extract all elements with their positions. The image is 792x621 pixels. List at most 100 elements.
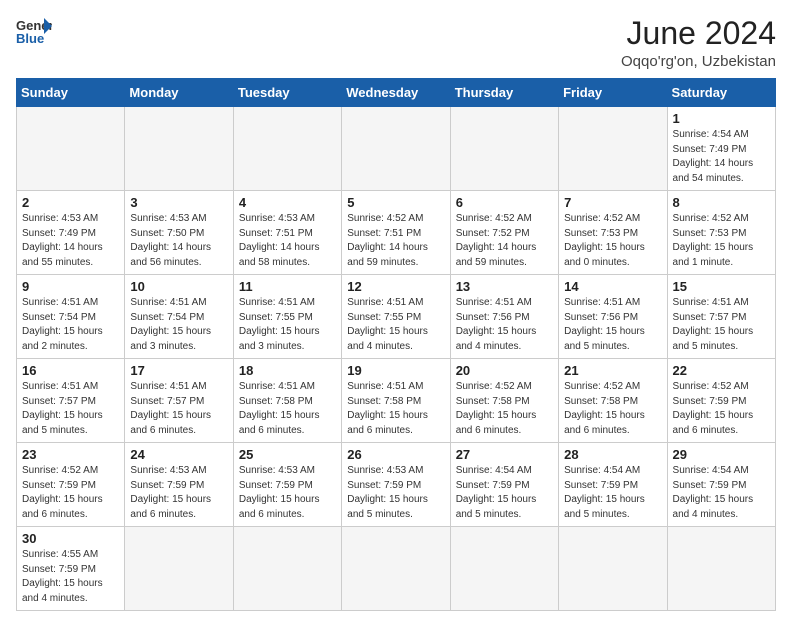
calendar-cell	[233, 107, 341, 191]
calendar-cell: 6 Sunrise: 4:52 AM Sunset: 7:52 PM Daylig…	[450, 191, 558, 275]
day-info: Sunrise: 4:53 AM Sunset: 7:50 PM Dayligh…	[130, 212, 227, 270]
day-info: Sunrise: 4:53 AM Sunset: 7:59 PM Dayligh…	[239, 464, 336, 522]
calendar-cell	[125, 527, 233, 611]
day-info: Sunrise: 4:52 AM Sunset: 7:59 PM Dayligh…	[22, 464, 119, 522]
day-info: Sunrise: 4:52 AM Sunset: 7:52 PM Dayligh…	[456, 212, 553, 270]
day-number: 29	[673, 447, 770, 462]
day-info: Sunrise: 4:51 AM Sunset: 7:56 PM Dayligh…	[564, 296, 661, 354]
day-info: Sunrise: 4:52 AM Sunset: 7:53 PM Dayligh…	[673, 212, 770, 270]
day-info: Sunrise: 4:53 AM Sunset: 7:51 PM Dayligh…	[239, 212, 336, 270]
day-number: 22	[673, 363, 770, 378]
day-info: Sunrise: 4:52 AM Sunset: 7:53 PM Dayligh…	[564, 212, 661, 270]
calendar-cell: 29 Sunrise: 4:54 AM Sunset: 7:59 PM Dayli…	[667, 443, 775, 527]
day-info: Sunrise: 4:51 AM Sunset: 7:56 PM Dayligh…	[456, 296, 553, 354]
day-number: 17	[130, 363, 227, 378]
header: General Blue June 2024 Oqqo'rg'on, Uzbek…	[16, 16, 776, 70]
day-number: 24	[130, 447, 227, 462]
calendar-cell: 3 Sunrise: 4:53 AM Sunset: 7:50 PM Daylig…	[125, 191, 233, 275]
page: General Blue June 2024 Oqqo'rg'on, Uzbek…	[0, 0, 792, 621]
calendar-cell: 1Sunrise: 4:54 AM Sunset: 7:49 PM Daylig…	[667, 107, 775, 191]
day-info: Sunrise: 4:52 AM Sunset: 7:51 PM Dayligh…	[347, 212, 444, 270]
day-number: 4	[239, 195, 336, 210]
calendar-cell: 17 Sunrise: 4:51 AM Sunset: 7:57 PM Dayli…	[125, 359, 233, 443]
calendar-cell	[667, 527, 775, 611]
calendar-cell: 13Sunrise: 4:51 AM Sunset: 7:56 PM Dayli…	[450, 275, 558, 359]
day-info: Sunrise: 4:54 AM Sunset: 7:59 PM Dayligh…	[456, 464, 553, 522]
calendar-cell: 25 Sunrise: 4:53 AM Sunset: 7:59 PM Dayli…	[233, 443, 341, 527]
generalblue-logo-icon: General Blue	[16, 16, 52, 44]
weekday-header-sunday: Sunday	[17, 79, 125, 107]
calendar-cell	[125, 107, 233, 191]
day-info: Sunrise: 4:51 AM Sunset: 7:54 PM Dayligh…	[22, 296, 119, 354]
calendar-cell: 7Sunrise: 4:52 AM Sunset: 7:53 PM Daylig…	[559, 191, 667, 275]
day-number: 19	[347, 363, 444, 378]
day-info: Sunrise: 4:52 AM Sunset: 7:59 PM Dayligh…	[673, 380, 770, 438]
calendar-cell: 9 Sunrise: 4:51 AM Sunset: 7:54 PM Daylig…	[17, 275, 125, 359]
calendar-cell	[233, 527, 341, 611]
day-number: 2	[22, 195, 119, 210]
day-info: Sunrise: 4:51 AM Sunset: 7:58 PM Dayligh…	[239, 380, 336, 438]
day-number: 21	[564, 363, 661, 378]
calendar-cell: 14 Sunrise: 4:51 AM Sunset: 7:56 PM Dayli…	[559, 275, 667, 359]
day-info: Sunrise: 4:53 AM Sunset: 7:59 PM Dayligh…	[347, 464, 444, 522]
calendar-cell	[342, 107, 450, 191]
day-number: 12	[347, 279, 444, 294]
day-number: 11	[239, 279, 336, 294]
day-number: 8	[673, 195, 770, 210]
svg-text:Blue: Blue	[16, 31, 44, 44]
day-info: Sunrise: 4:52 AM Sunset: 7:58 PM Dayligh…	[564, 380, 661, 438]
day-info: Sunrise: 4:51 AM Sunset: 7:54 PM Dayligh…	[130, 296, 227, 354]
day-info: Sunrise: 4:52 AM Sunset: 7:58 PM Dayligh…	[456, 380, 553, 438]
day-number: 16	[22, 363, 119, 378]
day-info: Sunrise: 4:54 AM Sunset: 7:59 PM Dayligh…	[673, 464, 770, 522]
day-number: 9	[22, 279, 119, 294]
day-number: 1	[673, 111, 770, 126]
week-row-2: 2Sunrise: 4:53 AM Sunset: 7:49 PM Daylig…	[17, 191, 776, 275]
calendar-cell	[450, 107, 558, 191]
day-info: Sunrise: 4:55 AM Sunset: 7:59 PM Dayligh…	[22, 548, 119, 606]
day-number: 3	[130, 195, 227, 210]
week-row-1: 1Sunrise: 4:54 AM Sunset: 7:49 PM Daylig…	[17, 107, 776, 191]
week-row-6: 30 Sunrise: 4:55 AM Sunset: 7:59 PM Dayli…	[17, 527, 776, 611]
day-number: 10	[130, 279, 227, 294]
calendar-cell: 2Sunrise: 4:53 AM Sunset: 7:49 PM Daylig…	[17, 191, 125, 275]
day-number: 6	[456, 195, 553, 210]
day-number: 15	[673, 279, 770, 294]
logo: General Blue	[16, 16, 52, 44]
calendar-cell	[559, 527, 667, 611]
calendar-cell: 11 Sunrise: 4:51 AM Sunset: 7:55 PM Dayli…	[233, 275, 341, 359]
title-block: June 2024 Oqqo'rg'on, Uzbekistan	[621, 16, 776, 70]
day-number: 14	[564, 279, 661, 294]
day-info: Sunrise: 4:51 AM Sunset: 7:57 PM Dayligh…	[22, 380, 119, 438]
calendar-cell: 10 Sunrise: 4:51 AM Sunset: 7:54 PM Dayli…	[125, 275, 233, 359]
calendar-cell	[17, 107, 125, 191]
day-info: Sunrise: 4:51 AM Sunset: 7:55 PM Dayligh…	[239, 296, 336, 354]
calendar-cell: 24Sunrise: 4:53 AM Sunset: 7:59 PM Dayli…	[125, 443, 233, 527]
weekday-header-wednesday: Wednesday	[342, 79, 450, 107]
day-info: Sunrise: 4:51 AM Sunset: 7:55 PM Dayligh…	[347, 296, 444, 354]
day-info: Sunrise: 4:51 AM Sunset: 7:57 PM Dayligh…	[130, 380, 227, 438]
weekday-header-monday: Monday	[125, 79, 233, 107]
calendar-cell: 19 Sunrise: 4:51 AM Sunset: 7:58 PM Dayli…	[342, 359, 450, 443]
day-number: 27	[456, 447, 553, 462]
calendar-cell: 28Sunrise: 4:54 AM Sunset: 7:59 PM Dayli…	[559, 443, 667, 527]
calendar-cell: 23Sunrise: 4:52 AM Sunset: 7:59 PM Dayli…	[17, 443, 125, 527]
calendar-cell: 18 Sunrise: 4:51 AM Sunset: 7:58 PM Dayli…	[233, 359, 341, 443]
calendar-cell: 22 Sunrise: 4:52 AM Sunset: 7:59 PM Dayli…	[667, 359, 775, 443]
calendar-cell	[342, 527, 450, 611]
weekday-header-row: SundayMondayTuesdayWednesdayThursdayFrid…	[17, 79, 776, 107]
calendar-cell: 30 Sunrise: 4:55 AM Sunset: 7:59 PM Dayli…	[17, 527, 125, 611]
calendar-cell: 27 Sunrise: 4:54 AM Sunset: 7:59 PM Dayli…	[450, 443, 558, 527]
weekday-header-thursday: Thursday	[450, 79, 558, 107]
day-info: Sunrise: 4:51 AM Sunset: 7:58 PM Dayligh…	[347, 380, 444, 438]
day-number: 18	[239, 363, 336, 378]
calendar-cell: 4 Sunrise: 4:53 AM Sunset: 7:51 PM Daylig…	[233, 191, 341, 275]
calendar-cell	[450, 527, 558, 611]
day-number: 30	[22, 531, 119, 546]
calendar-cell: 12 Sunrise: 4:51 AM Sunset: 7:55 PM Dayli…	[342, 275, 450, 359]
weekday-header-tuesday: Tuesday	[233, 79, 341, 107]
calendar-table: SundayMondayTuesdayWednesdayThursdayFrid…	[16, 78, 776, 611]
weekday-header-friday: Friday	[559, 79, 667, 107]
day-number: 25	[239, 447, 336, 462]
calendar-cell: 21 Sunrise: 4:52 AM Sunset: 7:58 PM Dayli…	[559, 359, 667, 443]
